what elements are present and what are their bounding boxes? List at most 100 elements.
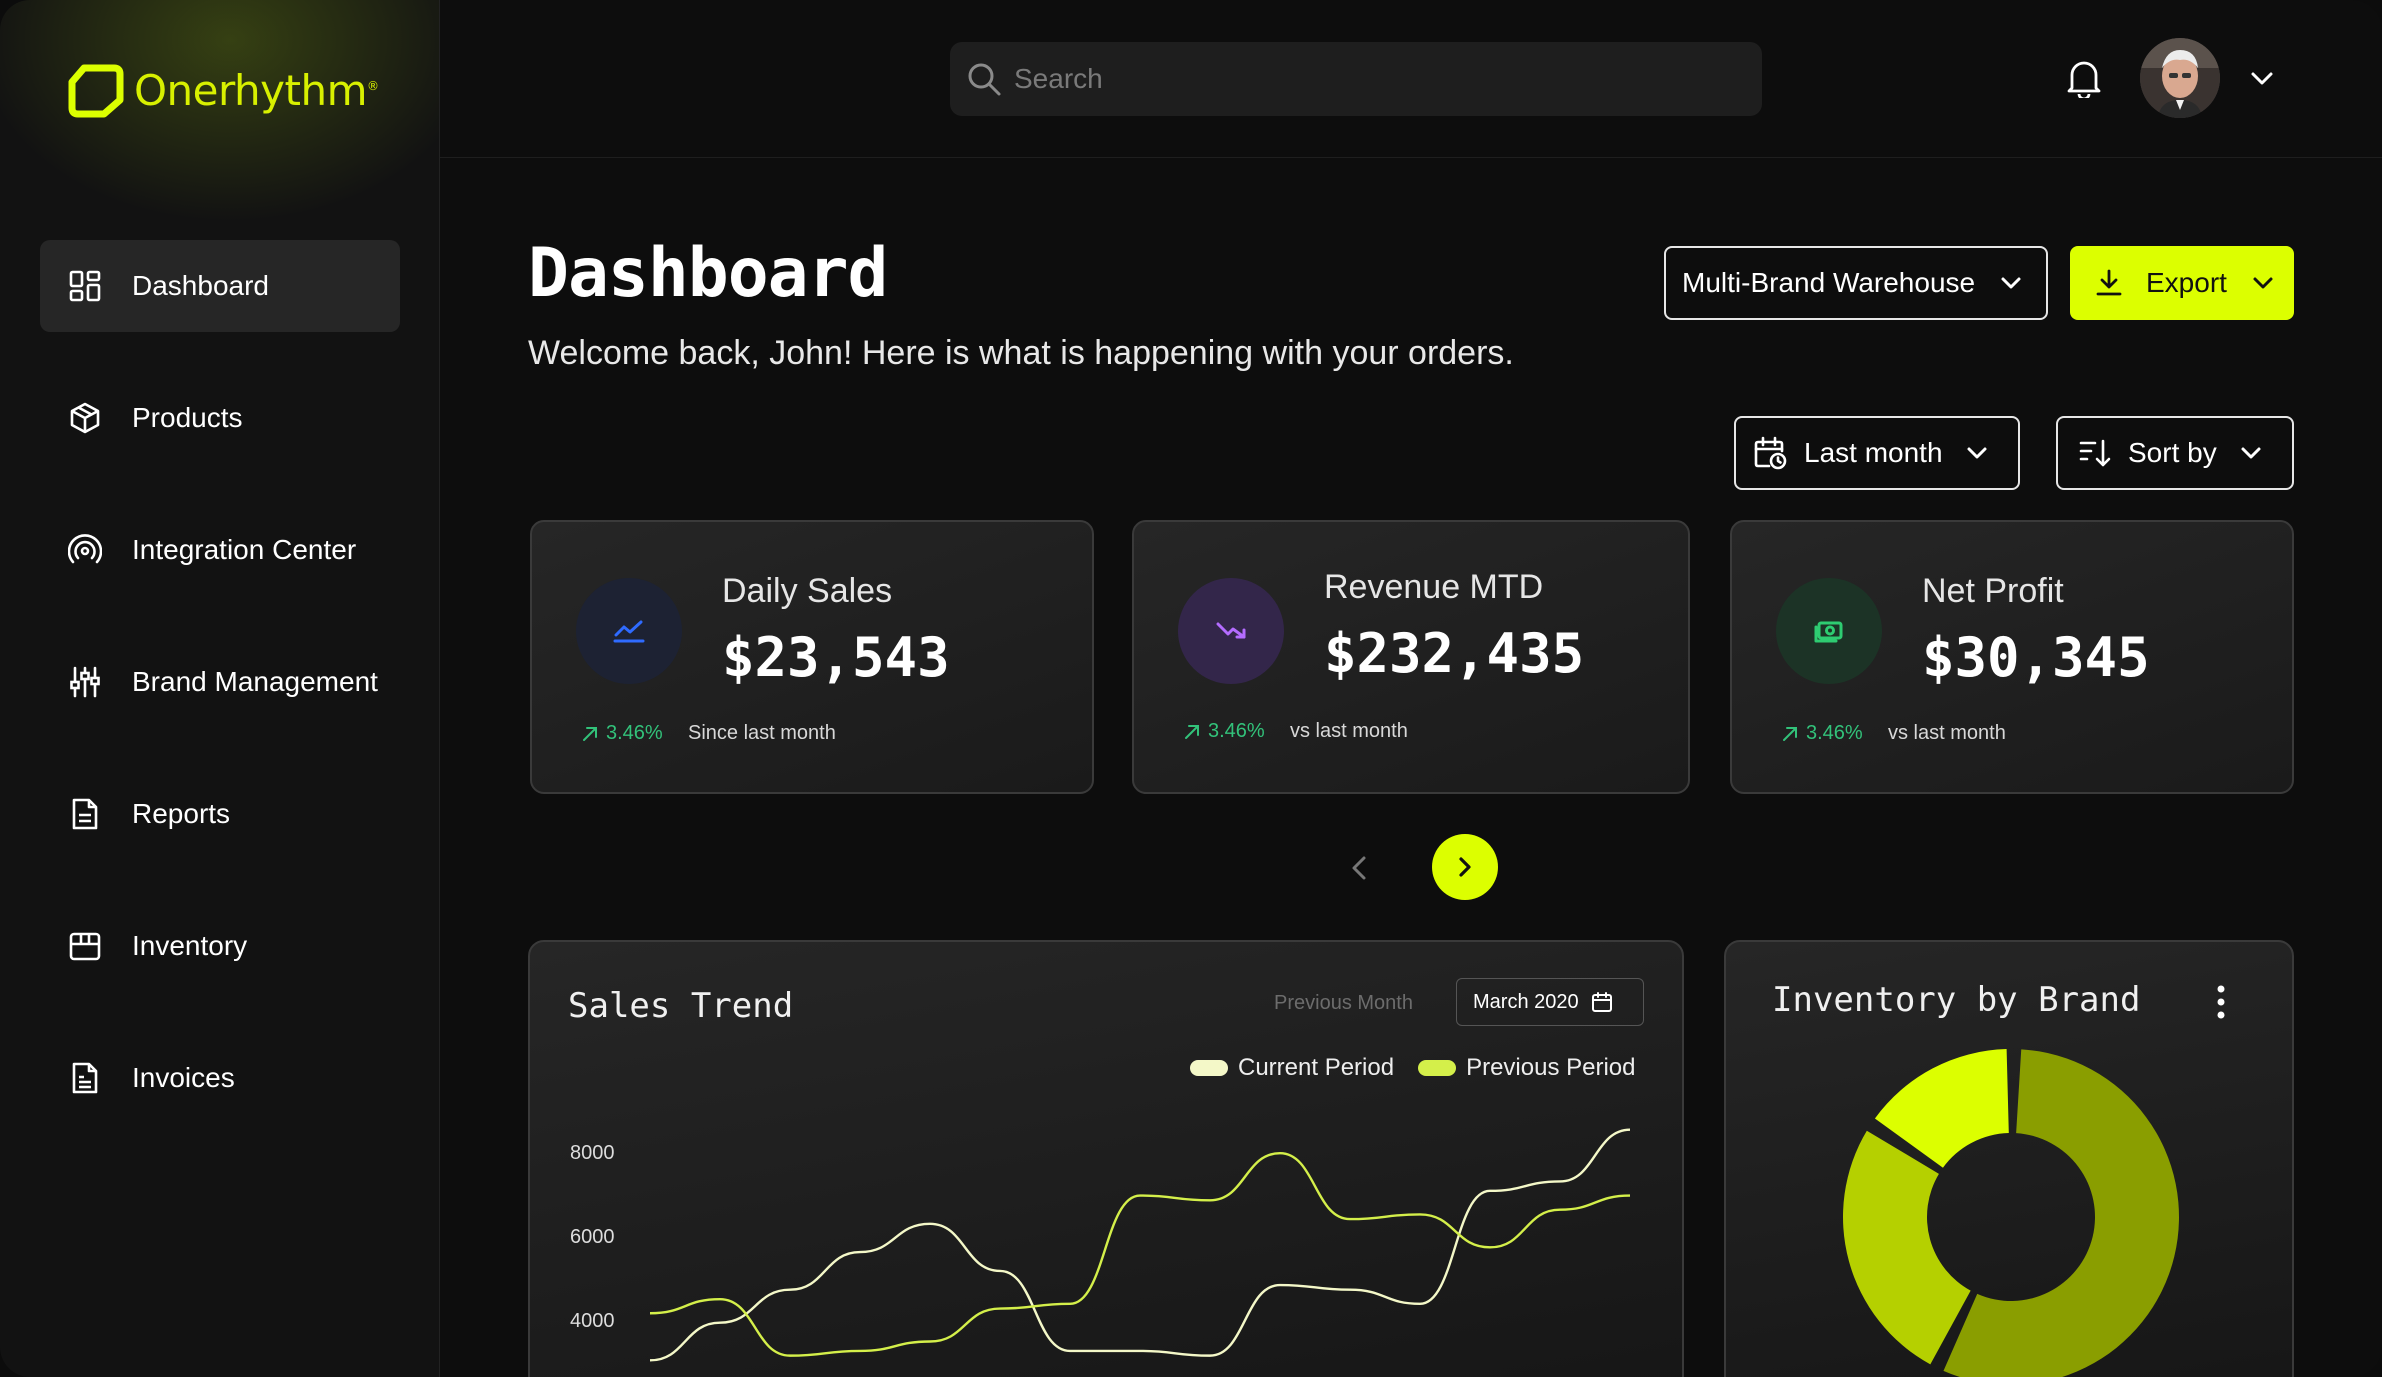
legend-label: Previous Period [1466,1054,1636,1081]
kpi-trend-value: 3.46% [1208,720,1265,742]
kpi-note: Since last month [688,722,836,744]
sidebar-item-integration-center[interactable]: Integration Center [40,504,400,596]
chevron-down-icon [2253,277,2273,289]
kpi-icon-badge [1178,578,1284,684]
calendar-clock-icon [1754,436,1787,470]
sort-select[interactable]: Sort by [2056,416,2294,490]
kpi-icon-badge [1776,578,1882,684]
page-subtitle: Welcome back, John! Here is what is happ… [528,334,1514,372]
kpi-card-revenue-mtd[interactable]: Revenue MTD $232,435 3.46% vs last month [1132,520,1690,794]
export-button[interactable]: Export [2070,246,2294,320]
chevron-down-icon [2001,277,2021,289]
sidebar-item-label: Brand Management [132,666,378,697]
kpi-trend-value: 3.46% [606,722,663,744]
series-line-previous [649,1151,1631,1357]
search-bar[interactable] [950,42,1762,116]
carousel-next-button[interactable] [1432,834,1498,900]
sidebar-item-label: Products [132,402,243,433]
box-icon [68,401,102,435]
sidebar-item-products[interactable]: Products [40,372,400,464]
kpi-trend-value: 3.46% [1806,722,1863,744]
sidebar-item-label: Inventory [132,930,248,961]
sidebar-item-label: Reports [132,798,231,829]
series-line-current [649,1128,1631,1362]
legend-swatch [1418,1060,1457,1076]
warehouse-select-label: Multi-Brand Warehouse [1682,267,1976,298]
sidebar-nav: Dashboard Products Integration Center Br… [40,240,400,1164]
chevron-down-icon[interactable] [2246,62,2278,94]
cash-icon [1814,621,1843,643]
sidebar-item-inventory[interactable]: Inventory [40,900,400,992]
kpi-trend: 3.46% [580,722,663,745]
sort-icon [2079,439,2111,467]
search-input[interactable] [1014,63,1714,95]
sidebar-item-brand-management[interactable]: Brand Management [40,636,400,728]
invoice-icon [68,1061,102,1095]
avatar[interactable] [2140,38,2220,118]
sales-trend-chart [649,1128,1631,1362]
month-picker[interactable]: March 2020 [1456,978,1644,1026]
brand-logo[interactable]: Onerhythm® [66,60,379,120]
kpi-note: vs last month [1290,720,1408,742]
chart-line-icon [613,620,645,643]
brand-name: Onerhythm® [134,65,379,115]
sliders-icon [68,665,102,699]
sidebar-item-invoices[interactable]: Invoices [40,1032,400,1124]
trend-down-icon [1216,622,1246,639]
kpi-note: vs last month [1888,722,2006,744]
kpi-label: Revenue MTD [1324,568,1544,606]
download-icon [2096,269,2122,296]
y-tick-label: 4000 [570,1310,615,1332]
sidebar: Onerhythm® Dashboard Products Integratio… [0,0,440,1377]
broadcast-icon [68,533,102,567]
more-vertical-icon[interactable] [2216,984,2226,1020]
page-title: Dashboard [528,234,888,313]
sidebar-item-dashboard[interactable]: Dashboard [40,240,400,332]
kpi-icon-badge [576,578,682,684]
calendar-icon [1591,992,1612,1012]
inventory-donut-chart [1843,1049,2179,1377]
arrow-up-right-icon [583,726,597,741]
logo-mark-icon [68,64,124,118]
bell-icon[interactable] [2066,58,2102,98]
sidebar-item-reports[interactable]: Reports [40,768,400,860]
arrow-up-right-icon [1185,724,1199,739]
period-select[interactable]: Last month [1734,416,2020,490]
kpi-card-daily-sales[interactable]: Daily Sales $23,543 3.46% Since last mon… [530,520,1094,794]
sort-select-label: Sort by [2128,437,2217,468]
kpi-value: $30,345 [1922,626,2150,689]
legend-item-current[interactable]: Current Period [1190,1054,1394,1082]
sidebar-item-label: Dashboard [132,270,269,301]
period-select-label: Last month [1804,437,1943,468]
legend-item-previous[interactable]: Previous Period [1418,1054,1636,1082]
warehouse-select[interactable]: Multi-Brand Warehouse [1664,246,2048,320]
y-tick-label: 8000 [570,1142,615,1164]
compare-label: Previous Month [1274,992,1413,1014]
inventory-icon [68,929,102,963]
kpi-value: $232,435 [1324,622,1585,685]
sales-trend-panel: Sales Trend Previous Month March 2020 Cu… [528,940,1684,1377]
dashboard-icon [68,269,102,303]
sidebar-item-label: Invoices [132,1062,235,1093]
sales-trend-title: Sales Trend [568,986,794,1026]
inventory-title: Inventory by Brand [1772,980,2141,1020]
kpi-value: $23,543 [722,626,950,689]
kpi-trend: 3.46% [1182,720,1265,743]
document-icon [68,797,102,831]
avatar-image [2140,38,2220,118]
donut-slice-1[interactable] [1843,1130,1971,1365]
inventory-panel: Inventory by Brand [1724,940,2294,1377]
month-picker-value: March 2020 [1473,990,1579,1013]
legend-swatch [1190,1060,1228,1076]
legend-label: Current Period [1238,1054,1395,1081]
kpi-trend: 3.46% [1780,722,1863,745]
chevron-right-icon [1459,857,1471,877]
chevron-left-icon[interactable] [1340,848,1380,888]
app-window: Onerhythm® Dashboard Products Integratio… [0,0,2382,1377]
sidebar-item-label: Integration Center [132,534,357,565]
kpi-card-net-profit[interactable]: Net Profit $30,345 3.46% vs last month [1730,520,2294,794]
y-tick-label: 6000 [570,1226,615,1248]
chevron-down-icon [1967,447,1987,459]
arrow-up-right-icon [1783,726,1797,741]
kpi-label: Daily Sales [722,572,893,610]
